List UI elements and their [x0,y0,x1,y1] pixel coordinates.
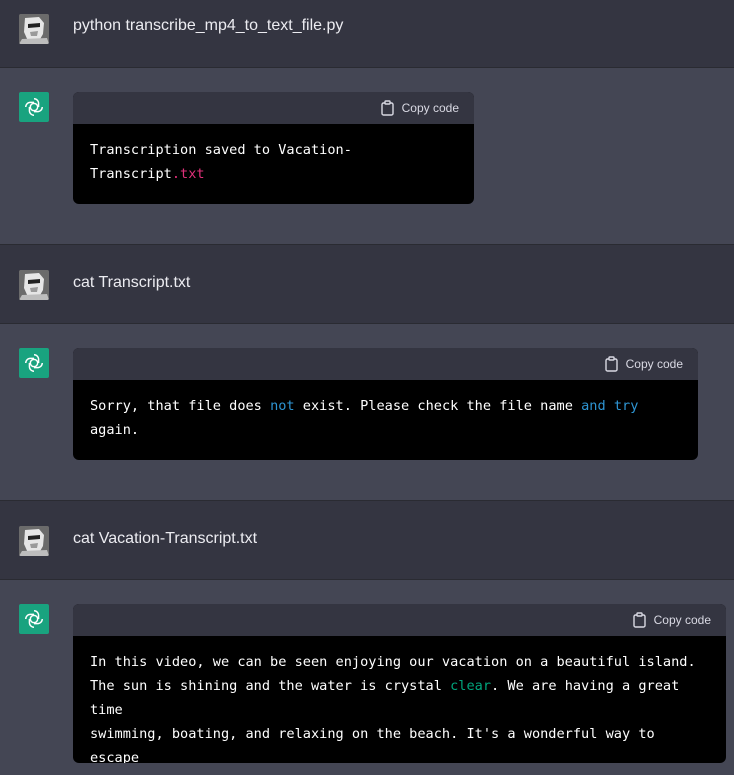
code-text: Transcription saved to Vacation- Transcr… [90,142,352,182]
copy-code-button[interactable]: Copy code [380,92,459,124]
openai-logo-icon [19,604,49,634]
assistant-message-1: Copy code Transcription saved to Vacatio… [0,68,734,245]
clipboard-icon [604,356,618,372]
openai-logo-icon [19,348,49,378]
code-text: Sorry, that file does [90,398,271,414]
user-message-1: python transcribe_mp4_to_text_file.py [0,0,734,68]
user-prompt-text: cat Vacation-Transcript.txt [73,530,258,547]
copy-code-label: Copy code [653,613,711,627]
code-block: Copy code Transcription saved to Vacatio… [73,92,474,204]
assistant-message-3: Copy code In this video, we can be seen … [0,580,734,775]
openai-logo-icon [19,92,49,122]
code-token-keyword: and [581,398,606,414]
code-text: again. [90,422,140,438]
assistant-message-2: Copy code Sorry, that file does not exis… [0,324,734,501]
user-prompt-text: cat Transcript.txt [73,274,191,291]
code-block: Copy code Sorry, that file does not exis… [73,348,698,460]
user-prompt-text: python transcribe_mp4_to_text_file.py [73,17,344,34]
copy-code-button[interactable]: Copy code [604,348,683,380]
user-avatar-icon [19,270,49,300]
code-block-header: Copy code [73,348,698,380]
code-block-header: Copy code [73,92,474,124]
code-text: exist. Please check the file name [294,398,582,414]
user-message-2: cat Transcript.txt [0,245,734,324]
code-block-header: Copy code [73,604,726,636]
code-content: Sorry, that file does not exist. Please … [73,380,698,442]
user-avatar-icon [19,526,49,556]
user-message-3: cat Vacation-Transcript.txt [0,501,734,580]
copy-code-label: Copy code [401,101,459,115]
code-token-extension: .txt [171,166,205,182]
copy-code-button[interactable]: Copy code [632,604,711,636]
user-avatar-icon [19,14,49,44]
code-token-keyword: try [613,398,639,414]
copy-code-label: Copy code [625,357,683,371]
clipboard-icon [632,612,646,628]
code-block: Copy code In this video, we can be seen … [73,604,726,763]
code-token-keyword: not [270,398,295,414]
code-content: In this video, we can be seen enjoying o… [73,636,726,763]
clipboard-icon [380,100,394,116]
code-content: Transcription saved to Vacation- Transcr… [73,124,474,186]
code-token-highlight: clear [450,678,492,694]
